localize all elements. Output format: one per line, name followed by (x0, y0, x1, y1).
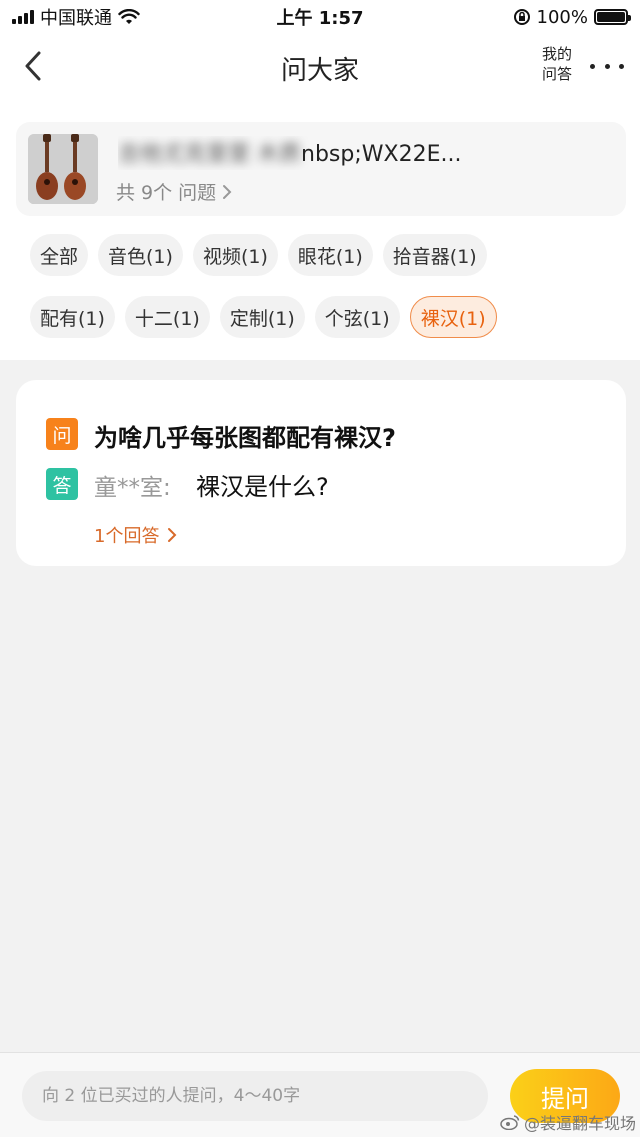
answer-count-label: 1个回答 (94, 526, 160, 547)
question-count-link[interactable]: 共 9个 问题 (116, 178, 232, 205)
orientation-lock-icon (513, 9, 530, 25)
status-bar: 中国联通 上午 1:57 100% (0, 0, 640, 34)
my-qa-line1: 我的 (541, 45, 572, 63)
product-title-blurred: 吉他尤克里里 木质 (118, 142, 301, 167)
battery-fill (597, 12, 625, 22)
watermark: @装逼翻车现场 (500, 1110, 636, 1134)
tag-all[interactable]: 全部 (30, 234, 89, 276)
ukulele-image (28, 134, 98, 204)
status-left: 中国联通 (12, 4, 140, 30)
carrier-label: 中国联通 (40, 8, 112, 29)
qa-card[interactable]: 问 为啥几乎每张图都配有裸汉? 答 童**室: 裸汉是什么? 1个回答 (16, 380, 626, 566)
watermark-text: @装逼翻车现场 (524, 1114, 637, 1133)
answer-text: 裸汉是什么? (196, 473, 329, 501)
more-options-icon[interactable] (590, 56, 624, 76)
tag-row-2: 配有(1) 十二(1) 定制(1) 个弦(1) 裸汉(1) (30, 296, 630, 338)
battery-icon (594, 9, 631, 25)
product-image (28, 134, 98, 204)
status-right: 100% (513, 6, 631, 28)
chevron-right-icon (223, 184, 232, 199)
top-section: 吉他尤克里里 木质nbsp;WX22E... 共 9个 问题 全部 音色(1) … (0, 100, 640, 360)
question-text: 为啥几乎每张图都配有裸汉? (94, 424, 396, 452)
my-qa-line2: 问答 (541, 65, 572, 83)
tag-dazzled[interactable]: 眼花(1) (287, 234, 373, 276)
tag-video[interactable]: 视频(1) (192, 234, 278, 276)
ask-input[interactable] (22, 1071, 488, 1121)
my-qa-button[interactable]: 我的 问答 (536, 44, 578, 84)
battery-percent: 100% (536, 6, 588, 28)
question-count-label: 共 9个 问题 (116, 182, 217, 204)
nav-bar: 问大家 我的 问答 (0, 34, 640, 100)
product-title-visible: nbsp;WX22E... (301, 142, 462, 167)
tag-custom[interactable]: 定制(1) (219, 296, 305, 338)
product-card[interactable]: 吉他尤克里里 木质nbsp;WX22E... 共 9个 问题 (16, 122, 626, 216)
tag-equipped[interactable]: 配有(1) (30, 296, 115, 338)
tag-row-1: 全部 音色(1) 视频(1) 眼花(1) 拾音器(1) (30, 234, 630, 276)
answer-badge: 答 (46, 468, 78, 500)
weibo-logo-icon (500, 1115, 520, 1130)
wifi-icon (118, 9, 140, 24)
tag-naked-man[interactable]: 裸汉(1) (409, 296, 497, 338)
chevron-right-icon (168, 528, 177, 542)
tag-strings[interactable]: 个弦(1) (314, 296, 400, 338)
tag-filters: 全部 音色(1) 视频(1) 眼花(1) 拾音器(1) 配有(1) 十二(1) … (30, 234, 630, 358)
tag-pickup[interactable]: 拾音器(1) (382, 234, 487, 276)
signal-icon (12, 10, 34, 24)
answer-count-link[interactable]: 1个回答 (94, 522, 177, 548)
tag-twelve[interactable]: 十二(1) (124, 296, 210, 338)
question-badge: 问 (46, 418, 78, 450)
product-title: 吉他尤克里里 木质nbsp;WX22E... (118, 136, 614, 170)
tag-timbre[interactable]: 音色(1) (98, 234, 183, 276)
answer-user: 童**室: (94, 475, 171, 501)
